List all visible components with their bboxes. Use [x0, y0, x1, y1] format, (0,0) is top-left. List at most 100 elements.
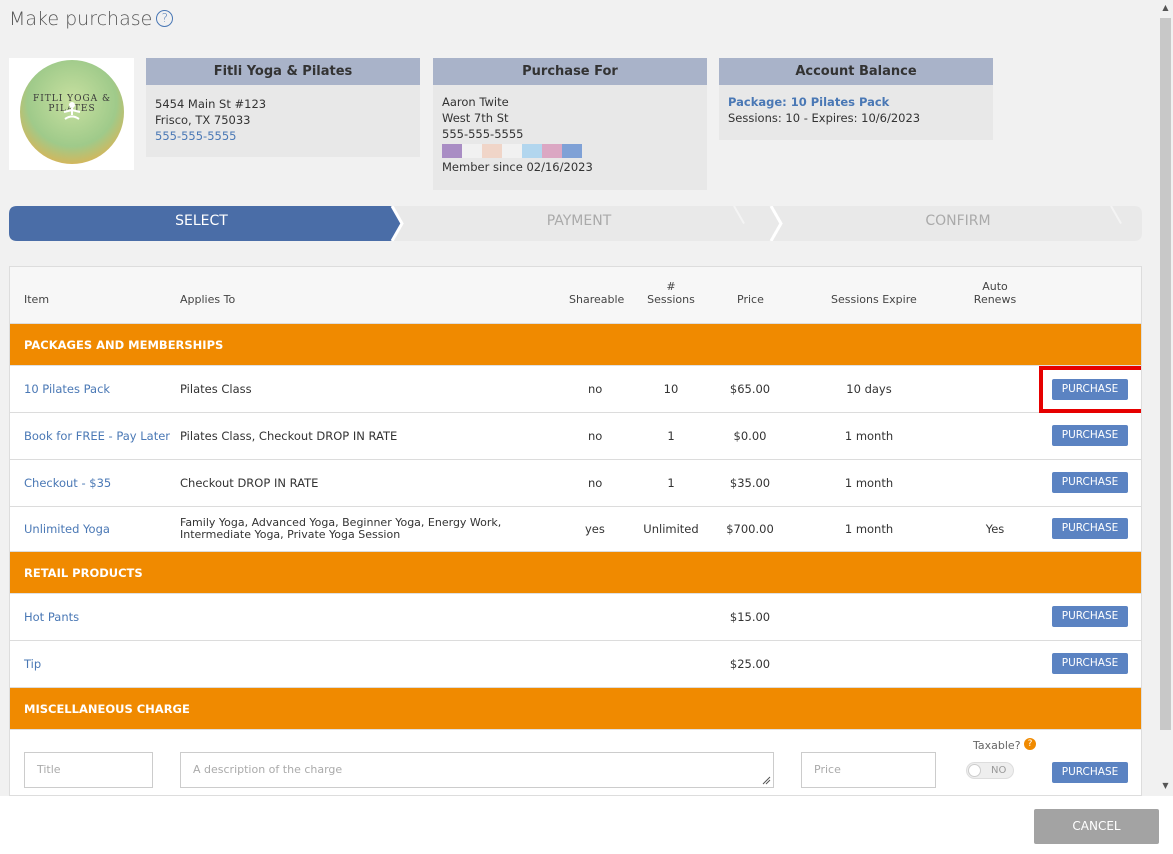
section-packages: PACKAGES AND MEMBERSHIPS	[10, 324, 1141, 366]
balance-package-link[interactable]: Package: 10 Pilates Pack	[728, 94, 984, 110]
sessions: Unlimited	[643, 522, 699, 536]
toggle-knob	[968, 764, 981, 777]
studio-name: Fitli Yoga & Pilates	[146, 58, 420, 85]
sessions-expire: 10 days	[846, 382, 892, 396]
purchase-button[interactable]: PURCHASE	[1052, 472, 1128, 493]
client-color-tags	[442, 144, 698, 158]
balance-details: Sessions: 10 - Expires: 10/6/2023	[728, 111, 921, 125]
modal-footer: CANCEL	[0, 796, 1173, 854]
purchase-button[interactable]: PURCHASE	[1052, 518, 1128, 539]
auto-renews: Yes	[985, 522, 1005, 536]
scroll-up-arrow-icon[interactable]: ▲	[1158, 0, 1173, 16]
studio-address-line1: 5454 Main St #123	[155, 97, 267, 111]
studio-info-card: Fitli Yoga & Pilates 5454 Main St #123 F…	[146, 58, 420, 157]
taxable-label: Taxable?	[973, 739, 1021, 752]
toggle-label: NO	[991, 765, 1007, 776]
taxable-label-wrap: Taxable? ?	[973, 738, 1037, 752]
client-name: Aaron Twite	[442, 95, 509, 109]
table-header: Item Applies To Shareable # Sessions Pri…	[10, 267, 1141, 324]
table-row: Tip $25.00 PURCHASE	[10, 641, 1141, 688]
cancel-button[interactable]: CANCEL	[1034, 809, 1159, 844]
item-link[interactable]: Book for FREE - Pay Later	[24, 429, 170, 443]
studio-address-line2: Frisco, TX 75033	[155, 113, 251, 127]
table-row: Hot Pants $15.00 PURCHASE	[10, 594, 1141, 641]
table-row: Book for FREE - Pay Later Pilates Class,…	[10, 413, 1141, 460]
color-tag-swatch	[482, 144, 502, 158]
applies-to: Pilates Class	[180, 382, 252, 396]
misc-description-input[interactable]: A description of the charge	[180, 752, 774, 788]
taxable-toggle[interactable]: NO	[966, 762, 1014, 779]
page-title-text: Make purchase	[9, 8, 153, 30]
client-phone: 555-555-5555	[442, 127, 524, 141]
table-row: Checkout - $35 Checkout DROP IN RATE no …	[10, 460, 1141, 507]
col-auto-top: Auto	[982, 280, 1008, 293]
misc-purchase-button[interactable]: PURCHASE	[1052, 762, 1128, 783]
applies-to: Pilates Class, Checkout DROP IN RATE	[180, 429, 398, 443]
item-link[interactable]: Unlimited Yoga	[24, 522, 110, 536]
sessions-expire: 1 month	[844, 476, 894, 490]
col-auto-renews: Auto Renews	[965, 280, 1025, 306]
client-street: West 7th St	[442, 111, 509, 125]
help-icon[interactable]: ?	[156, 10, 174, 27]
studio-phone-link[interactable]: 555-555-5555	[155, 128, 411, 144]
price: $700.00	[726, 522, 774, 536]
highlight-box	[1039, 366, 1141, 413]
col-auto-bottom: Renews	[973, 293, 1017, 306]
purchase-for-card: Purchase For Aaron Twite West 7th St 555…	[433, 58, 707, 190]
purchase-button[interactable]: PURCHASE	[1052, 425, 1128, 446]
step-payment: PAYMENT	[546, 213, 612, 229]
taxable-help-icon[interactable]: ?	[1024, 738, 1037, 750]
price: $25.00	[729, 657, 771, 671]
sessions-expire: 1 month	[844, 522, 894, 536]
resize-handle-icon[interactable]	[762, 776, 771, 785]
shareable: no	[588, 382, 603, 396]
color-tag-swatch	[442, 144, 462, 158]
applies-to: Checkout DROP IN RATE	[180, 476, 319, 490]
color-tag-swatch	[502, 144, 522, 158]
item-link[interactable]: Tip	[24, 657, 41, 671]
purchase-for-heading: Purchase For	[433, 58, 707, 85]
color-tag-swatch	[522, 144, 542, 158]
price: $15.00	[729, 610, 771, 624]
sessions: 1	[667, 476, 675, 490]
color-tag-swatch	[562, 144, 582, 158]
meditation-figure-icon	[63, 102, 81, 120]
col-price: Price	[737, 293, 764, 306]
step-confirm: CONFIRM	[925, 213, 991, 229]
account-balance-heading: Account Balance	[719, 58, 993, 85]
color-tag-swatch	[462, 144, 482, 158]
col-sessions-expire: Sessions Expire	[831, 293, 917, 306]
account-balance-card: Account Balance Package: 10 Pilates Pack…	[719, 58, 993, 140]
price: $65.00	[729, 382, 771, 396]
item-link[interactable]: Checkout - $35	[24, 476, 111, 490]
price: $35.00	[729, 476, 771, 490]
vertical-scrollbar[interactable]: ▲ ▼	[1158, 0, 1173, 796]
table-row: Unlimited Yoga Family Yoga, Advanced Yog…	[10, 507, 1141, 552]
section-misc: MISCELLANEOUS CHARGE	[10, 688, 1141, 730]
scroll-down-arrow-icon[interactable]: ▼	[1158, 778, 1173, 794]
price: $0.00	[733, 429, 767, 443]
misc-title-input[interactable]: Title	[24, 752, 153, 788]
misc-charge-row: Title A description of the charge Price …	[10, 730, 1141, 795]
sessions: 1	[667, 429, 675, 443]
item-link[interactable]: Hot Pants	[24, 610, 79, 624]
col-sessions-top: #	[666, 280, 676, 293]
section-retail: RETAIL PRODUCTS	[10, 552, 1141, 594]
shareable: no	[588, 476, 603, 490]
scrollbar-thumb[interactable]	[1160, 18, 1171, 730]
shareable: no	[588, 429, 603, 443]
item-link[interactable]: 10 Pilates Pack	[24, 382, 110, 396]
purchase-button[interactable]: PURCHASE	[1052, 606, 1128, 627]
member-since: Member since 02/16/2023	[442, 160, 593, 174]
applies-to: Family Yoga, Advanced Yoga, Beginner Yog…	[180, 516, 502, 541]
progress-steps: SELECT PAYMENT CONFIRM	[9, 206, 1142, 241]
table-row: 10 Pilates Pack Pilates Class no 10 $65.…	[10, 366, 1141, 413]
sessions: 10	[663, 382, 679, 396]
col-sessions: # Sessions	[641, 280, 701, 306]
misc-price-input[interactable]: Price	[801, 752, 936, 788]
col-shareable: Shareable	[569, 293, 625, 306]
purchase-button[interactable]: PURCHASE	[1052, 653, 1128, 674]
studio-logo-circle: FITLI YOGA & PILATES	[20, 60, 124, 164]
page-title: Make purchase?	[9, 8, 174, 30]
col-item: Item	[24, 293, 50, 306]
